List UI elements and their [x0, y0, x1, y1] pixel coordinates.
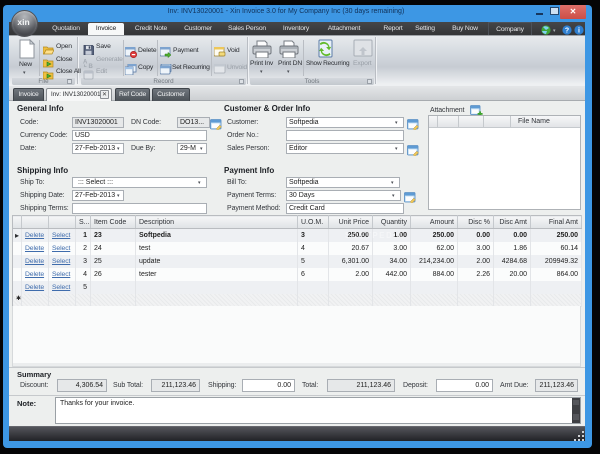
svg-text:A: A: [83, 60, 88, 66]
svg-text:?: ?: [565, 28, 569, 35]
svg-text:i: i: [578, 28, 580, 35]
